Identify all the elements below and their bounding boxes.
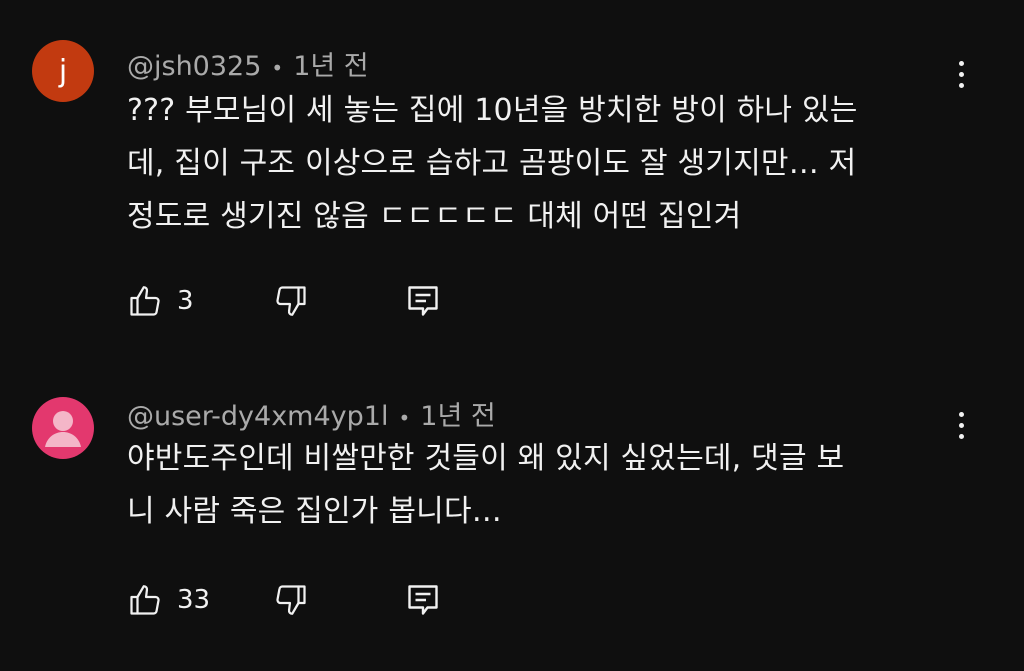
comment-meta: @user-dy4xm4yp1l • 1년 전 — [127, 394, 496, 433]
comment-meta: @jsh0325 • 1년 전 — [127, 44, 369, 83]
more-vertical-icon[interactable] — [948, 405, 974, 445]
comment-text: ??? 부모님이 세 놓는 집에 10년을 방치한 방이 하나 있는 데, 집이… — [127, 93, 858, 234]
comment-text: 야반도주인데 비쌀만한 것들이 왜 있지 싶었는데, 댓글 보 니 사람 죽은 … — [127, 441, 845, 529]
dislike-button[interactable] — [273, 281, 309, 321]
dislike-button[interactable] — [273, 580, 309, 620]
like-button[interactable]: 3 — [127, 281, 194, 321]
comment: @user-dy4xm4yp1l • 1년 전 야반도주인데 비쌀만한 것들이 왜 … — [0, 360, 1024, 671]
like-count: 33 — [177, 585, 211, 615]
like-count: 3 — [177, 286, 194, 316]
thumbs-up-icon — [130, 286, 160, 316]
avatar-letter: j — [58, 53, 68, 89]
comment-author[interactable]: @user-dy4xm4yp1l — [127, 401, 388, 432]
thumbs-down-icon — [276, 286, 306, 316]
meta-separator: • — [271, 55, 284, 80]
comment-time[interactable]: 1년 전 — [420, 401, 495, 432]
thumbs-up-icon — [130, 585, 160, 615]
comment-time[interactable]: 1년 전 — [293, 51, 368, 82]
meta-separator: • — [398, 405, 411, 430]
person-icon — [45, 411, 81, 447]
reply-button[interactable] — [405, 580, 441, 620]
like-button[interactable]: 33 — [127, 580, 210, 620]
avatar[interactable] — [32, 397, 94, 459]
comment: j @jsh0325 • 1년 전 ??? 부모님이 세 놓는 집에 10년을 방치… — [0, 0, 1024, 360]
comment-icon — [408, 585, 438, 615]
avatar[interactable]: j — [32, 40, 94, 102]
thumbs-down-icon — [276, 585, 306, 615]
reply-button[interactable] — [405, 281, 441, 321]
more-vertical-icon[interactable] — [948, 54, 974, 94]
comment-author[interactable]: @jsh0325 — [127, 51, 261, 82]
comment-icon — [408, 286, 438, 316]
